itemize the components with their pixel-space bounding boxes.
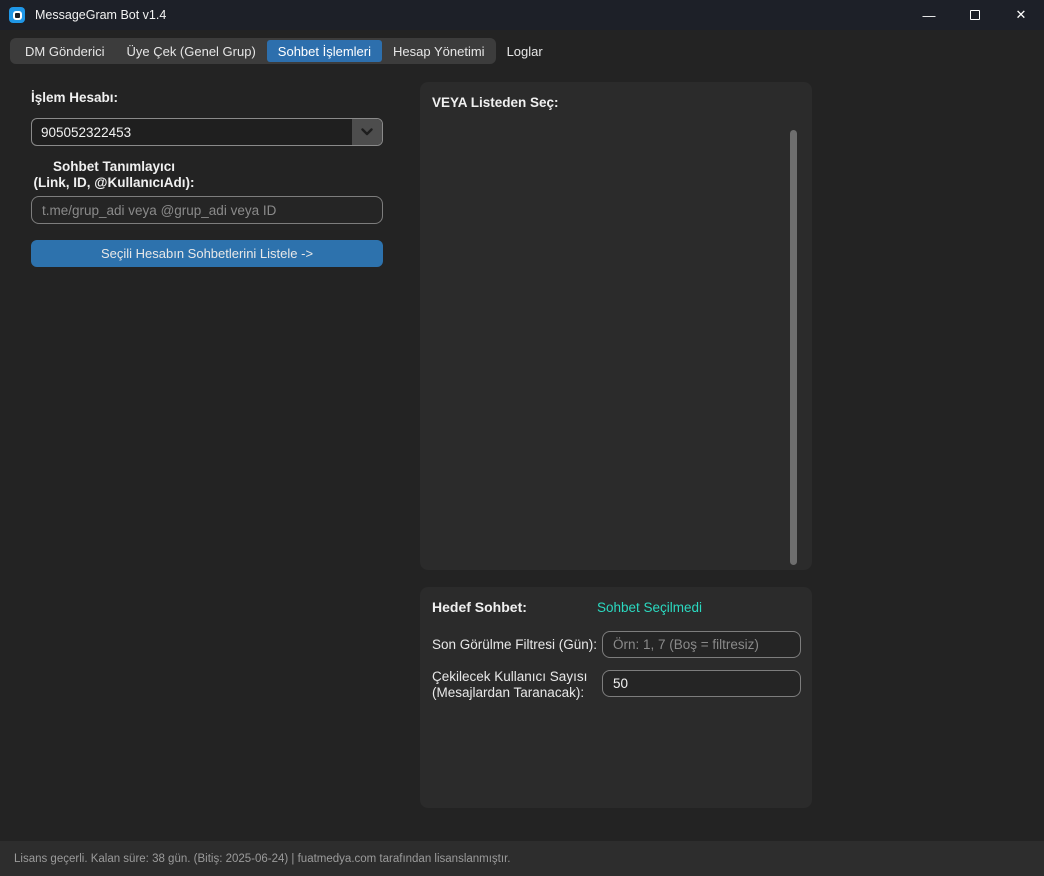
identifier-input[interactable] [31, 196, 383, 224]
tab-sohbet-islemleri[interactable]: Sohbet İşlemleri [267, 40, 382, 62]
tab-dm-gonderici[interactable]: DM Gönderici [14, 40, 115, 62]
close-icon: ✕ [1016, 7, 1027, 23]
title-bar: MessageGram Bot v1.4 — ✕ [0, 0, 1044, 30]
tab-hesap-yonetimi[interactable]: Hesap Yönetimi [382, 40, 496, 62]
identifier-label-line2: (Link, ID, @KullanıcıAdı): [28, 175, 200, 191]
target-chat-value: Sohbet Seçilmedi [597, 600, 702, 615]
status-bar: Lisans geçerli. Kalan süre: 38 gün. (Bit… [0, 841, 1044, 876]
chevron-down-icon [361, 128, 373, 136]
chat-list-scrollbar[interactable] [790, 130, 797, 565]
last-seen-filter-label: Son Görülme Filtresi (Gün): [432, 637, 597, 653]
maximize-button[interactable] [952, 0, 998, 30]
target-panel: Hedef Sohbet: Sohbet Seçilmedi Son Görül… [420, 587, 812, 808]
tab-loglar[interactable]: Loglar [496, 40, 554, 62]
window-title: MessageGram Bot v1.4 [35, 8, 166, 22]
maximize-icon [970, 10, 980, 20]
minimize-button[interactable]: — [906, 0, 952, 30]
app-icon-glyph [13, 11, 22, 20]
license-status-text: Lisans geçerli. Kalan süre: 38 gün. (Bit… [14, 853, 510, 865]
last-seen-filter-input[interactable] [602, 631, 801, 658]
tab-uye-cek[interactable]: Üye Çek (Genel Grup) [115, 40, 266, 62]
chat-list-panel: VEYA Listeden Seç: [420, 82, 812, 570]
account-combobox[interactable]: 905052322453 [31, 118, 383, 146]
account-label: İşlem Hesabı: [31, 90, 118, 105]
chat-listbox[interactable] [430, 124, 784, 562]
user-count-label-line1: Çekilecek Kullanıcı Sayısı [432, 669, 587, 685]
app-icon [9, 7, 25, 23]
list-chats-button[interactable]: Seçili Hesabın Sohbetlerini Listele -> [31, 240, 383, 267]
user-count-label: Çekilecek Kullanıcı Sayısı (Mesajlardan … [432, 669, 587, 701]
identifier-label: Sohbet Tanımlayıcı (Link, ID, @Kullanıcı… [28, 159, 200, 191]
chat-list-title: VEYA Listeden Seç: [432, 95, 559, 110]
minimize-icon: — [923, 8, 936, 23]
account-combobox-value: 905052322453 [32, 125, 352, 140]
user-count-label-line2: (Mesajlardan Taranacak): [432, 685, 587, 701]
combobox-dropdown-button[interactable] [352, 119, 382, 145]
tab-bar: DM Gönderici Üye Çek (Genel Grup) Sohbet… [10, 38, 496, 64]
identifier-label-line1: Sohbet Tanımlayıcı [28, 159, 200, 175]
close-button[interactable]: ✕ [998, 0, 1044, 30]
user-count-input[interactable] [602, 670, 801, 697]
target-chat-label: Hedef Sohbet: [432, 599, 527, 615]
window-controls: — ✕ [906, 0, 1044, 30]
